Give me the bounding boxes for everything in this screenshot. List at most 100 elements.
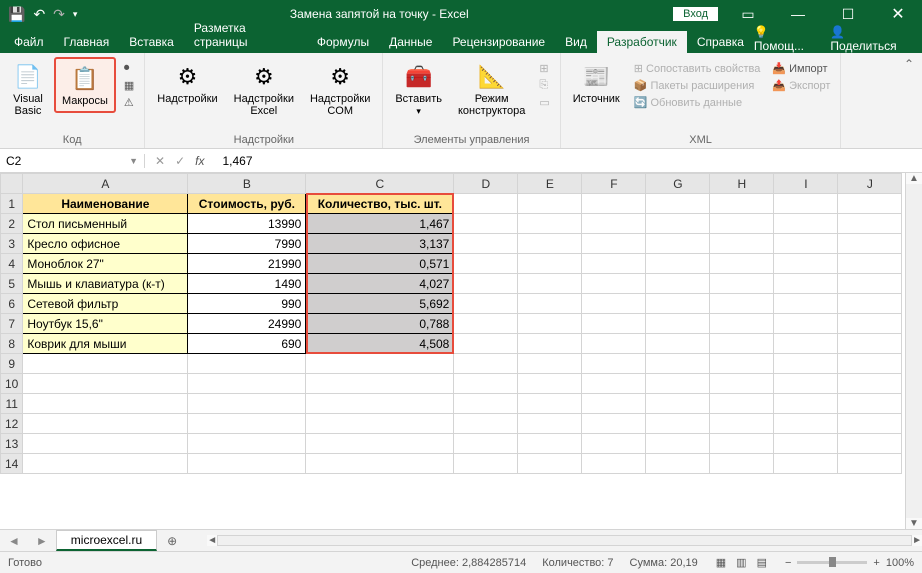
column-header[interactable]: J: [838, 174, 902, 194]
tab-developer[interactable]: Разработчик: [597, 31, 687, 53]
cell[interactable]: [518, 214, 582, 234]
cell[interactable]: [454, 274, 518, 294]
cell[interactable]: 13990: [188, 214, 306, 234]
insert-control-button[interactable]: 🧰 Вставить▾: [389, 57, 448, 121]
save-icon[interactable]: 💾: [8, 6, 25, 23]
cell[interactable]: Кресло офисное: [23, 234, 188, 254]
cell[interactable]: [582, 274, 646, 294]
cell[interactable]: [306, 414, 454, 434]
cell[interactable]: [838, 194, 902, 214]
cell[interactable]: [774, 234, 838, 254]
cell[interactable]: 1,467: [306, 214, 454, 234]
login-button[interactable]: Вход: [673, 7, 718, 21]
tab-help[interactable]: Справка: [687, 31, 754, 53]
cell[interactable]: [23, 454, 188, 474]
row-header[interactable]: 1: [1, 194, 23, 214]
cell[interactable]: [518, 314, 582, 334]
cell[interactable]: [188, 454, 306, 474]
cell[interactable]: [454, 294, 518, 314]
cell[interactable]: [774, 374, 838, 394]
cell[interactable]: 690: [188, 334, 306, 354]
design-mode-button[interactable]: 📐 Режим конструктора: [452, 57, 531, 121]
column-header[interactable]: E: [518, 174, 582, 194]
tab-view[interactable]: Вид: [555, 31, 597, 53]
collapse-ribbon-icon[interactable]: ⌃: [896, 53, 922, 148]
cell[interactable]: [710, 414, 774, 434]
cell[interactable]: [518, 454, 582, 474]
cell[interactable]: 4,027: [306, 274, 454, 294]
cell[interactable]: [306, 454, 454, 474]
cell[interactable]: [518, 254, 582, 274]
tab-review[interactable]: Рецензирование: [442, 31, 555, 53]
column-header[interactable]: H: [710, 174, 774, 194]
import-button[interactable]: 📥 Импорт: [770, 61, 832, 76]
cell[interactable]: [23, 414, 188, 434]
cell[interactable]: [306, 434, 454, 454]
add-sheet-button[interactable]: ⊕: [157, 534, 187, 548]
sheet-nav-next[interactable]: ►: [28, 534, 56, 548]
cell[interactable]: [188, 374, 306, 394]
redo-icon[interactable]: ↷: [53, 6, 65, 23]
cell[interactable]: [454, 454, 518, 474]
cell[interactable]: [582, 334, 646, 354]
cell[interactable]: [454, 434, 518, 454]
cell[interactable]: Моноблок 27": [23, 254, 188, 274]
cell[interactable]: [646, 334, 710, 354]
cell[interactable]: [518, 354, 582, 374]
cell[interactable]: [710, 314, 774, 334]
cell[interactable]: [306, 394, 454, 414]
cell[interactable]: [774, 354, 838, 374]
chevron-down-icon[interactable]: ▼: [129, 156, 138, 166]
cell[interactable]: [838, 274, 902, 294]
cell[interactable]: [646, 214, 710, 234]
cell[interactable]: [710, 194, 774, 214]
tab-home[interactable]: Главная: [54, 31, 120, 53]
cell[interactable]: [582, 354, 646, 374]
cell[interactable]: [646, 294, 710, 314]
minimize-button[interactable]: —: [778, 6, 818, 22]
macro-security-button[interactable]: ⚠: [122, 95, 136, 110]
cell[interactable]: [838, 254, 902, 274]
cell[interactable]: [838, 394, 902, 414]
zoom-out-button[interactable]: −: [785, 557, 791, 569]
horizontal-scrollbar[interactable]: ◄ ►: [207, 535, 922, 546]
cell[interactable]: [454, 214, 518, 234]
qat-dropdown-icon[interactable]: ▾: [73, 9, 78, 20]
cell[interactable]: [23, 434, 188, 454]
cell[interactable]: Мышь и клавиатура (к-т): [23, 274, 188, 294]
cell[interactable]: [518, 434, 582, 454]
cell[interactable]: [646, 394, 710, 414]
cell[interactable]: Сетевой фильтр: [23, 294, 188, 314]
cell[interactable]: [582, 194, 646, 214]
row-header[interactable]: 2: [1, 214, 23, 234]
cell[interactable]: [646, 414, 710, 434]
cell[interactable]: [518, 394, 582, 414]
cell[interactable]: [838, 234, 902, 254]
column-header[interactable]: F: [582, 174, 646, 194]
cell[interactable]: [774, 194, 838, 214]
cell[interactable]: [774, 254, 838, 274]
cell[interactable]: [306, 354, 454, 374]
row-header[interactable]: 14: [1, 454, 23, 474]
cell[interactable]: [454, 234, 518, 254]
visual-basic-button[interactable]: 📄 Visual Basic: [6, 57, 50, 121]
cell[interactable]: [646, 314, 710, 334]
cell[interactable]: [710, 354, 774, 374]
cell[interactable]: [646, 194, 710, 214]
row-header[interactable]: 3: [1, 234, 23, 254]
cell[interactable]: [710, 394, 774, 414]
cell[interactable]: [518, 374, 582, 394]
cell[interactable]: [838, 314, 902, 334]
cell[interactable]: [774, 214, 838, 234]
cell[interactable]: [646, 234, 710, 254]
scroll-up-icon[interactable]: ▲: [906, 173, 922, 184]
column-header[interactable]: A: [23, 174, 188, 194]
cell[interactable]: [23, 374, 188, 394]
row-header[interactable]: 9: [1, 354, 23, 374]
tab-formulas[interactable]: Формулы: [307, 31, 379, 53]
cell[interactable]: [774, 454, 838, 474]
cell[interactable]: [646, 454, 710, 474]
scroll-right-icon[interactable]: ►: [912, 535, 922, 546]
column-header[interactable]: G: [646, 174, 710, 194]
cell[interactable]: 24990: [188, 314, 306, 334]
